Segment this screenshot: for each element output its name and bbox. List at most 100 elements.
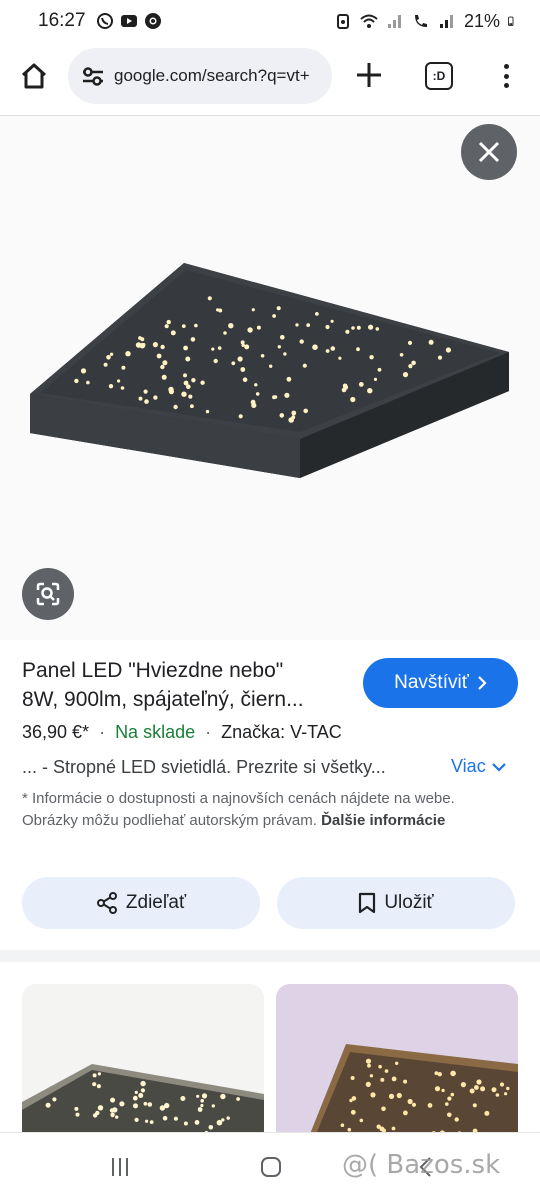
- star-light-dot: [162, 360, 168, 366]
- star-light-dot: [365, 1081, 371, 1087]
- star-light-dot: [223, 331, 227, 335]
- product-title-line-2[interactable]: 8W, 900lm, spájateľný, čiern...: [22, 685, 352, 714]
- star-light-dot: [315, 312, 319, 316]
- star-light-dot: [434, 1086, 441, 1092]
- star-light-dot: [211, 1104, 215, 1108]
- star-light-dot: [469, 1088, 475, 1094]
- close-button[interactable]: [461, 124, 517, 180]
- star-light-dot: [166, 319, 171, 325]
- star-light-dot: [134, 1090, 138, 1094]
- star-light-dot: [325, 349, 330, 353]
- star-light-dot: [384, 1069, 389, 1073]
- star-light-dot: [283, 352, 287, 356]
- star-light-dot: [185, 356, 191, 362]
- star-light-dot: [437, 355, 443, 360]
- save-button[interactable]: Uložiť: [277, 877, 515, 929]
- star-light-dot: [208, 1125, 214, 1130]
- star-light-dot: [95, 1110, 100, 1116]
- tab-switcher-button[interactable]: :D: [425, 62, 453, 90]
- more-info-link[interactable]: Ďalšie informácie: [321, 812, 445, 829]
- star-light-dot: [181, 324, 186, 328]
- star-light-dot: [201, 1093, 208, 1099]
- more-menu-button[interactable]: [494, 60, 518, 92]
- star-light-dot: [302, 363, 307, 368]
- address-bar[interactable]: google.com/search?q=vt+: [68, 48, 332, 104]
- star-light-dot: [427, 1103, 433, 1108]
- star-light-dot: [191, 378, 196, 383]
- star-light-dot: [238, 414, 243, 419]
- star-light-dot: [106, 355, 111, 360]
- star-light-dot: [369, 355, 374, 360]
- product-meta: 36,90 €* · Na sklade · Značka: V-TAC: [22, 722, 342, 743]
- star-light-dot: [242, 377, 248, 383]
- star-light-dot: [140, 1080, 146, 1087]
- star-light-dot: [476, 1079, 482, 1085]
- browser-toolbar: google.com/search?q=vt+ :D: [0, 44, 540, 110]
- star-light-dot: [447, 1112, 452, 1118]
- star-light-dot: [170, 330, 176, 336]
- wifi-icon: [360, 14, 378, 28]
- star-light-dot: [499, 1082, 505, 1087]
- related-image-2[interactable]: [276, 984, 518, 1144]
- star-light-dot: [276, 306, 281, 311]
- more-button[interactable]: Viac: [451, 756, 506, 777]
- star-light-dot: [279, 413, 285, 418]
- star-light-dot: [350, 1109, 356, 1115]
- star-light-dot: [45, 1102, 51, 1108]
- product-image[interactable]: [0, 116, 540, 640]
- home-nav-icon[interactable]: [259, 1155, 283, 1179]
- star-light-dot: [369, 1074, 374, 1078]
- wifi-call-icon: [414, 15, 427, 27]
- star-light-dot: [109, 352, 114, 356]
- product-title[interactable]: Panel LED "Hviezdne nebo" 8W, 900lm, spá…: [22, 656, 352, 714]
- star-light-dot: [240, 367, 246, 372]
- star-light-dot: [373, 377, 378, 381]
- star-light-dot: [454, 1117, 459, 1122]
- visit-button-label: Navštíviť: [394, 672, 469, 693]
- star-light-dot: [173, 404, 178, 410]
- star-light-dot: [149, 1120, 154, 1124]
- star-light-dot: [338, 356, 342, 360]
- chevron-down-icon: [491, 762, 506, 772]
- related-image-1[interactable]: [22, 984, 264, 1144]
- star-light-dot: [272, 395, 277, 400]
- star-light-dot: [134, 1117, 139, 1122]
- meta-separator: ·: [205, 722, 212, 742]
- star-light-dot: [147, 1102, 153, 1107]
- star-light-dot: [160, 364, 165, 370]
- star-light-dot: [330, 319, 334, 323]
- battery-icon: [508, 16, 514, 26]
- star-light-dot: [228, 323, 234, 329]
- star-light-dot: [251, 402, 257, 408]
- star-light-dot: [226, 1116, 230, 1120]
- star-light-dot: [96, 1084, 101, 1089]
- star-light-dot: [277, 345, 281, 349]
- star-light-dot: [356, 325, 361, 330]
- recents-icon[interactable]: [108, 1155, 132, 1179]
- star-light-dot: [460, 1082, 466, 1088]
- product-brand: Značka: V-TAC: [221, 722, 342, 742]
- site-settings-icon[interactable]: [80, 63, 106, 89]
- new-tab-button[interactable]: [352, 58, 386, 92]
- star-light-dot: [256, 325, 261, 330]
- star-light-dot: [194, 1120, 200, 1125]
- star-light-dot: [183, 1121, 188, 1126]
- star-light-dot: [152, 342, 158, 348]
- lens-search-button[interactable]: [22, 568, 74, 620]
- star-light-dot: [159, 1105, 166, 1111]
- product-price: 36,90 €*: [22, 722, 90, 742]
- star-light-dot: [341, 387, 347, 393]
- product-title-line-1[interactable]: Panel LED "Hviezdne nebo": [22, 656, 352, 685]
- star-light-dot: [407, 340, 413, 345]
- star-light-dot: [86, 380, 90, 385]
- url-text[interactable]: google.com/search?q=vt+: [114, 66, 310, 86]
- home-button[interactable]: [16, 58, 52, 94]
- home-icon: [21, 63, 47, 89]
- star-light-dot: [472, 1103, 477, 1108]
- star-light-dot: [380, 1077, 385, 1082]
- visit-button[interactable]: Navštíviť: [363, 658, 518, 708]
- star-light-dot: [162, 1116, 168, 1121]
- share-button[interactable]: Zdieľať: [22, 877, 260, 929]
- star-light-dot: [306, 323, 311, 327]
- star-light-dot: [349, 1098, 353, 1103]
